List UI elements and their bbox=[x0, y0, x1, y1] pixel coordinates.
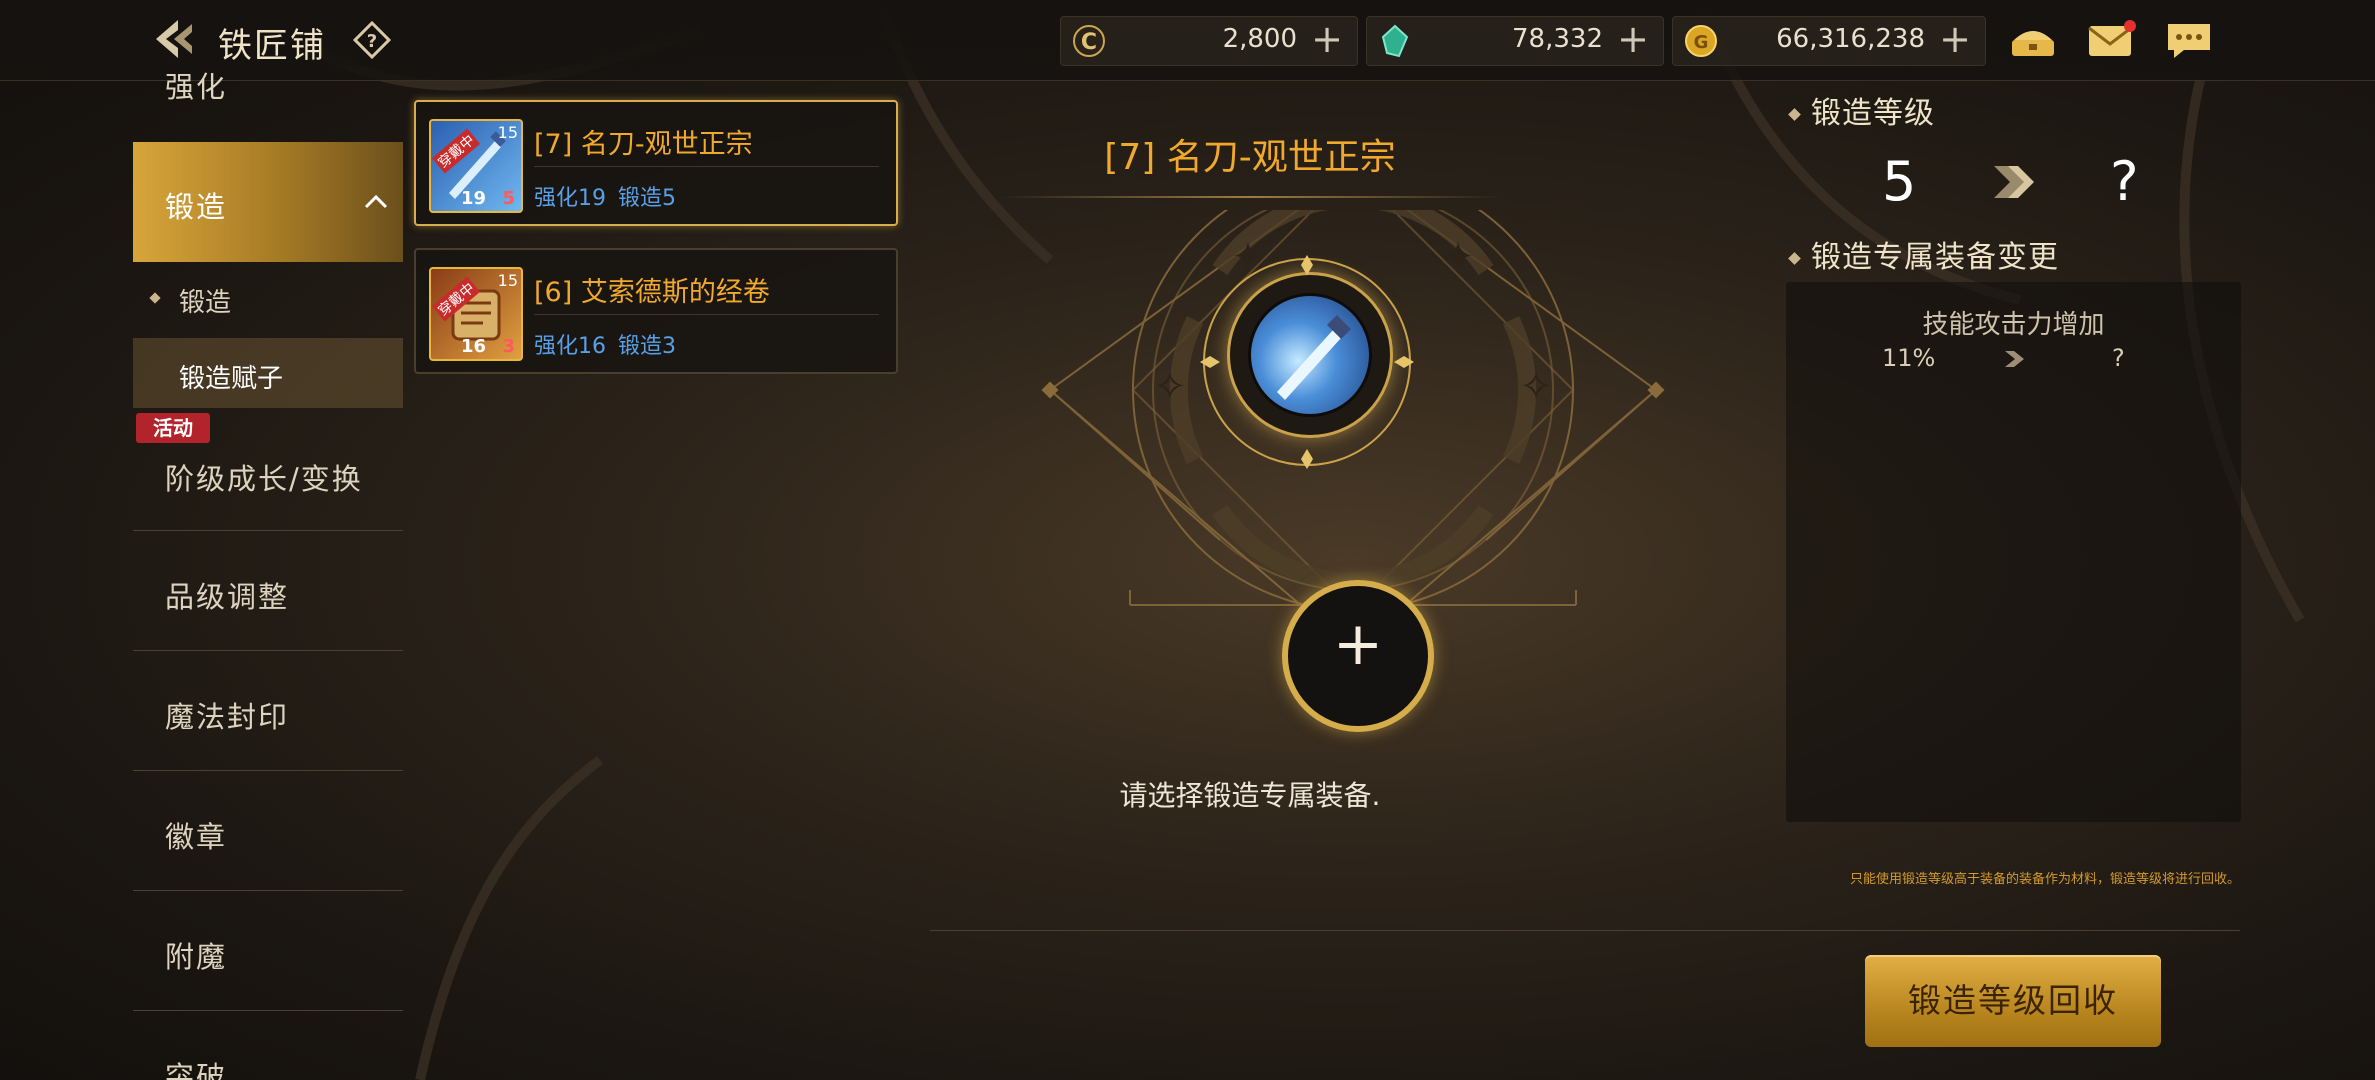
title-divider bbox=[1000, 196, 1500, 198]
diamond-bullet-icon bbox=[1788, 108, 1801, 121]
bullet-icon bbox=[149, 292, 161, 304]
mail-button[interactable] bbox=[2086, 18, 2136, 62]
plus-icon: + bbox=[1332, 609, 1384, 679]
currency-gem: 78,332 + bbox=[1366, 16, 1664, 66]
equipment-name: [6] 艾索德斯的经卷 bbox=[534, 277, 770, 308]
sidebar-item-label: 附魔 bbox=[165, 940, 228, 974]
sidebar-item-label: 魔法封印 bbox=[165, 700, 290, 734]
item-level: 15 bbox=[497, 271, 518, 290]
svg-text:✧: ✧ bbox=[1153, 364, 1187, 410]
sidebar-item-tier[interactable]: 阶级成长/变换 bbox=[133, 412, 403, 531]
sidebar-item-label: 徽章 bbox=[165, 820, 228, 854]
back-button[interactable] bbox=[148, 14, 200, 64]
sidebar-subitem-forge-grant[interactable]: 锻造赋子 bbox=[133, 338, 403, 408]
gold-add-button[interactable]: + bbox=[1939, 19, 1971, 59]
sidebar-item-label: 品级调整 bbox=[165, 580, 290, 614]
sidebar-item-label: 突破 bbox=[165, 1060, 228, 1080]
equipment-thumbnail: 穿戴中 15 19 5 bbox=[429, 119, 523, 213]
bottom-divider bbox=[930, 930, 2240, 931]
gem-value: 78,332 bbox=[1512, 24, 1603, 54]
next-forge-level: ? bbox=[2110, 150, 2139, 213]
item-thumb-stat: 19 bbox=[461, 188, 487, 209]
storage-button[interactable] bbox=[2008, 18, 2058, 62]
sidebar-item-enchant[interactable]: 附魔 bbox=[133, 892, 403, 1011]
equipment-card[interactable]: 穿戴中 15 19 5 [7] 名刀-观世正宗 强化19 锻造5 bbox=[414, 100, 898, 226]
svg-text:C: C bbox=[1081, 30, 1097, 55]
item-thumb-stat2: 5 bbox=[502, 188, 515, 209]
storage-box-icon bbox=[2012, 31, 2054, 56]
sidebar-item-grade[interactable]: 品级调整 bbox=[133, 532, 403, 651]
sidebar-item-emblem[interactable]: 徽章 bbox=[133, 772, 403, 891]
svg-text:✧: ✧ bbox=[1519, 364, 1553, 410]
forge-level-title-text: 锻造等级 bbox=[1811, 96, 1935, 131]
currency-gold: G 66,316,238 + bbox=[1672, 16, 1986, 66]
sidebar-subitem-label: 锻造 bbox=[179, 288, 232, 318]
coin-value: 2,800 bbox=[1222, 24, 1297, 54]
exclusive-change-title-text: 锻造专属装备变更 bbox=[1811, 240, 2059, 275]
equipment-thumbnail: 穿戴中 15 16 3 bbox=[429, 267, 523, 361]
item-thumb-stat: 16 bbox=[461, 336, 487, 357]
forge-level-title: 锻造等级 bbox=[1788, 88, 1935, 132]
enhance-value: 强化16 bbox=[534, 334, 606, 359]
gem-add-button[interactable]: + bbox=[1617, 19, 1649, 59]
item-level: 15 bbox=[497, 123, 518, 142]
help-button[interactable]: ? bbox=[352, 20, 392, 60]
sidebar-item-label: 阶级成长/变换 bbox=[165, 462, 363, 496]
chat-button[interactable] bbox=[2164, 18, 2214, 62]
back-arrow-icon bbox=[156, 20, 192, 58]
item-thumb-stat2: 3 bbox=[502, 336, 515, 357]
stat-change-panel: 技能攻击力增加 11% ? bbox=[1786, 282, 2241, 822]
forge-value: 锻造3 bbox=[618, 334, 676, 359]
svg-text:G: G bbox=[1694, 32, 1709, 53]
chat-icon bbox=[2168, 24, 2210, 58]
sidebar-item-enhance[interactable]: 强化 bbox=[133, 60, 403, 110]
svg-text:✦: ✦ bbox=[1441, 234, 1475, 280]
chevron-up-icon bbox=[364, 194, 388, 209]
gem-icon bbox=[1381, 24, 1409, 58]
stat-next-value: ? bbox=[2112, 344, 2125, 372]
slot-ornament bbox=[1200, 255, 1414, 469]
divider bbox=[534, 166, 879, 167]
equipment-stats: 强化19 锻造5 bbox=[534, 180, 688, 212]
select-prompt: 请选择锻造专属装备. bbox=[1119, 779, 1381, 812]
help-icon: ? bbox=[352, 20, 392, 60]
currency-coin: C 2,800 + bbox=[1060, 16, 1358, 66]
double-chevron-right-icon bbox=[1994, 166, 2034, 198]
equipment-card[interactable]: 穿戴中 15 16 3 [6] 艾索德斯的经卷 强化16 锻造3 bbox=[414, 248, 898, 374]
coin-add-button[interactable]: + bbox=[1311, 19, 1343, 59]
coin-c-icon: C bbox=[1073, 25, 1105, 57]
enhance-value: 强化19 bbox=[534, 186, 606, 211]
forge-level-recall-button[interactable]: 锻造等级回收 bbox=[1865, 955, 2161, 1047]
gold-coin-icon: G bbox=[1685, 25, 1717, 57]
sidebar-subitem-forge[interactable]: 锻造 bbox=[133, 262, 403, 332]
equipment-name: [7] 名刀-观世正宗 bbox=[534, 129, 753, 160]
mail-icon bbox=[2088, 20, 2136, 56]
material-note: 只能使用锻造等级高于装备的装备作为材料，锻造等级将进行回收。 bbox=[1849, 872, 2240, 887]
exclusive-change-title: 锻造专属装备变更 bbox=[1788, 232, 2059, 276]
diamond-bullet-icon bbox=[1788, 252, 1801, 265]
sidebar-item-magic-seal[interactable]: 魔法封印 bbox=[133, 652, 403, 771]
divider bbox=[534, 314, 879, 315]
sidebar-item-forge[interactable]: 锻造 bbox=[133, 142, 403, 262]
forge-value: 锻造5 bbox=[618, 186, 676, 211]
add-material-button[interactable]: + bbox=[1282, 580, 1434, 732]
sidebar-item-label: 强化 bbox=[165, 70, 228, 104]
sidebar-item-breakthrough[interactable]: 突破 bbox=[133, 1012, 403, 1080]
selected-item-title: [7] 名刀-观世正宗 bbox=[1104, 137, 1396, 178]
current-forge-level: 5 bbox=[1882, 150, 1917, 213]
sidebar-subitem-label: 锻造赋子 bbox=[179, 364, 284, 394]
svg-text:?: ? bbox=[367, 31, 377, 52]
stat-current-value: 11% bbox=[1882, 344, 1936, 372]
stat-name: 技能攻击力增加 bbox=[1922, 310, 2105, 340]
gold-value: 66,316,238 bbox=[1776, 24, 1925, 54]
arrow-right-icon bbox=[2005, 351, 2024, 367]
equipment-stats: 强化16 锻造3 bbox=[534, 328, 688, 360]
sidebar-item-label: 锻造 bbox=[165, 190, 228, 224]
